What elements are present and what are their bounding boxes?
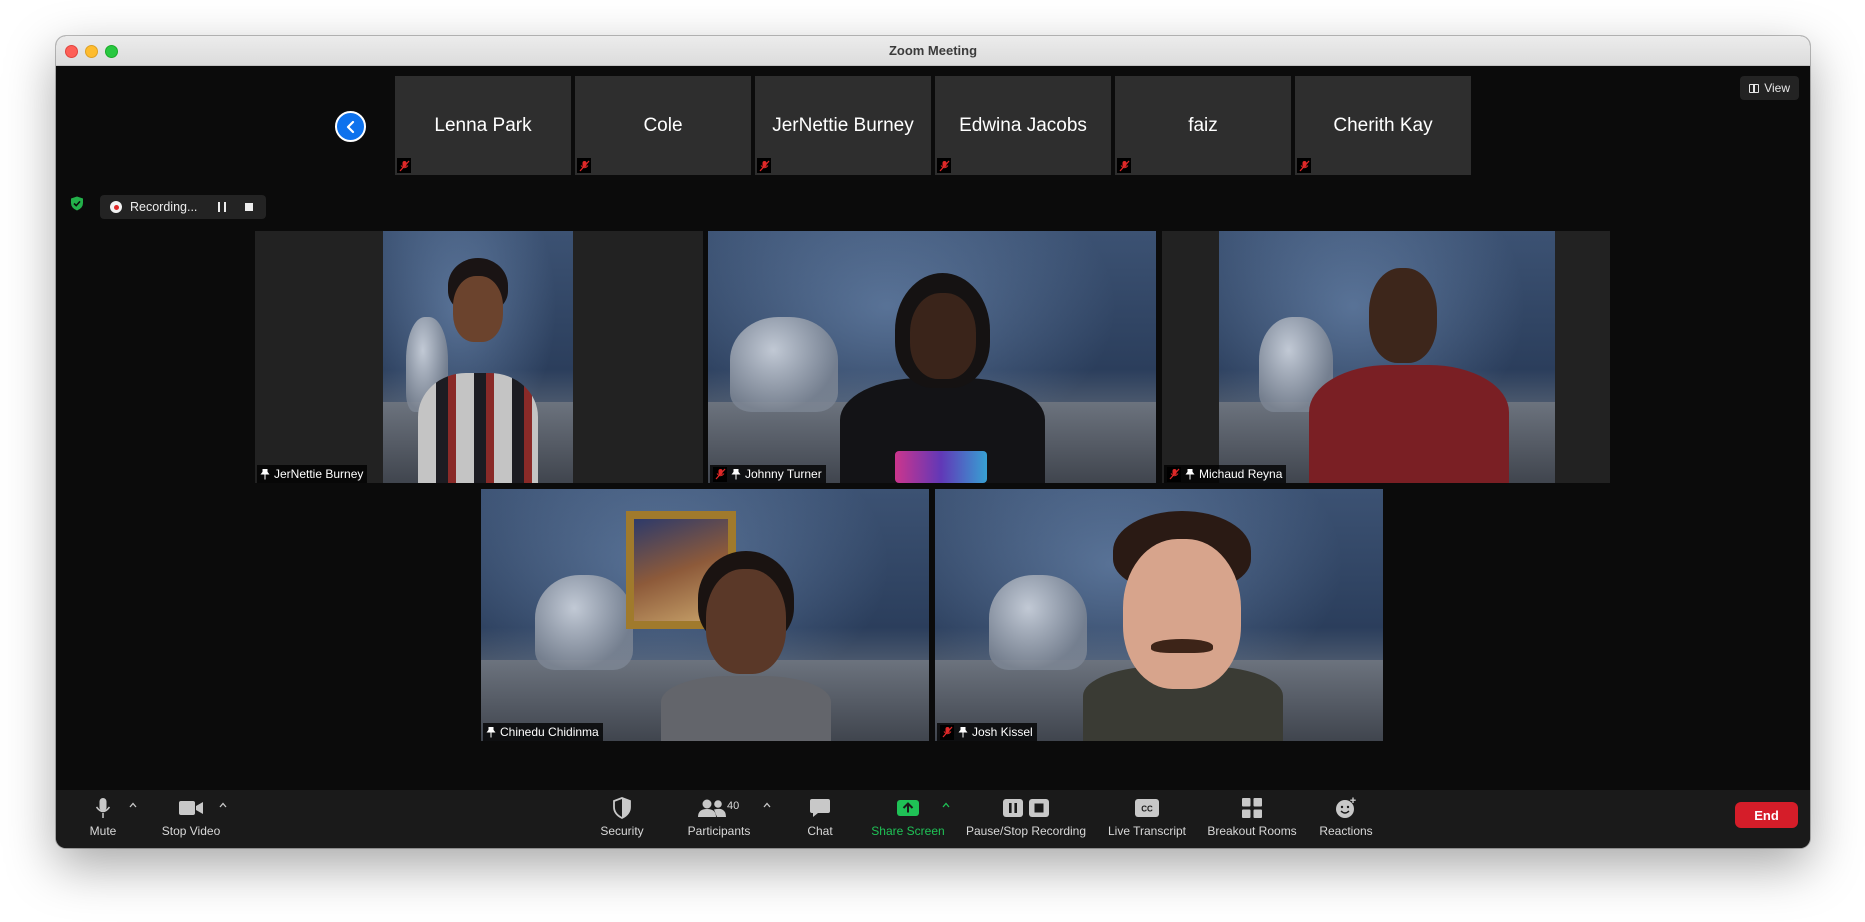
live-transcript-button[interactable]: CC Live Transcript [1105,796,1189,838]
strip-tile-name: JerNettie Burney [772,114,914,136]
reactions-label: Reactions [1319,824,1373,838]
share-options-chevron-icon[interactable] [942,801,950,809]
participant-name: Johnny Turner [745,467,822,481]
participants-icon [698,799,726,817]
audio-options-chevron-icon[interactable] [129,801,137,809]
mic-muted-icon [1297,158,1311,173]
security-button[interactable]: Security [597,796,647,838]
mic-muted-icon [397,158,411,173]
strip-tile-edwina-jacobs[interactable]: Edwina Jacobs [935,76,1111,175]
participant-name-tag: Josh Kissel [937,723,1037,741]
strip-tile-jernettie-burney[interactable]: JerNettie Burney [755,76,931,175]
participants-options-chevron-icon[interactable] [763,801,771,809]
share-screen-icon [897,800,919,816]
pause-icon [1003,799,1023,817]
participant-name-tag: Michaud Reyna [1164,465,1287,483]
mic-muted-icon [940,724,954,740]
mic-muted-icon [577,158,591,173]
microphone-icon [95,798,111,818]
svg-text:CC: CC [1141,805,1153,814]
recording-indicator: Recording... [100,195,266,219]
video-feed [708,231,1156,483]
video-camera-icon [179,801,203,815]
security-shield-icon [613,797,631,819]
breakout-rooms-icon [1242,798,1262,818]
participants-button[interactable]: 40 Participants [684,796,754,838]
stop-recording-icon[interactable] [245,203,253,211]
mic-muted-icon [757,158,771,173]
video-tile-josh-kissel[interactable]: Josh Kissel [935,489,1383,741]
participant-name-tag: JerNettie Burney [257,465,368,483]
video-feed [935,489,1383,741]
pause-recording-icon[interactable] [218,202,226,212]
view-grid-icon [1749,83,1760,93]
video-feed [383,231,573,483]
live-transcript-label: Live Transcript [1107,824,1187,838]
video-options-chevron-icon[interactable] [219,801,227,809]
pin-icon [731,468,741,479]
video-feed [481,489,929,741]
chat-button[interactable]: Chat [805,796,835,838]
recording-dot-icon [110,201,122,213]
zoom-window: Zoom Meeting View Lenna Park Cole JerNet… [56,36,1810,848]
participant-name: Michaud Reyna [1199,467,1283,481]
recording-label: Recording... [130,200,198,214]
pin-icon [260,468,270,479]
pin-icon [1185,468,1195,479]
pin-icon [958,726,968,737]
title-bar: Zoom Meeting [56,36,1810,66]
strip-tile-name: faiz [1188,114,1218,136]
participants-count: 40 [727,800,740,812]
breakout-rooms-label: Breakout Rooms [1207,824,1297,838]
mic-muted-icon [713,466,727,482]
video-tile-jernettie-burney[interactable]: JerNettie Burney [255,231,703,483]
strip-tile-lenna-park[interactable]: Lenna Park [395,76,571,175]
stop-video-button[interactable]: Stop Video [159,796,223,838]
chevron-left-icon [346,120,354,133]
mute-label: Mute [89,824,117,838]
mic-muted-icon [1117,158,1131,173]
video-tile-chinedu-chidinma[interactable]: Chinedu Chidinma [481,489,929,741]
share-screen-label: Share Screen [871,824,945,838]
closed-caption-icon: CC [1135,799,1159,817]
strip-tile-name: Cole [643,114,683,136]
view-button[interactable]: View [1740,76,1799,100]
participant-name-tag: Chinedu Chidinma [483,723,603,741]
mic-muted-icon [1167,466,1181,482]
participants-label: Participants [687,824,751,838]
stop-video-label: Stop Video [161,824,221,838]
strip-tile-cole[interactable]: Cole [575,76,751,175]
strip-tile-faiz[interactable]: faiz [1115,76,1291,175]
participant-name: JerNettie Burney [274,467,364,481]
video-tile-johnny-turner[interactable]: Johnny Turner [708,231,1156,483]
participant-name-tag: Johnny Turner [710,465,826,483]
meeting-toolbar: Mute Stop Video Security 40 Participants… [56,790,1810,848]
window-title: Zoom Meeting [888,43,978,58]
reactions-smiley-icon [1336,797,1356,818]
security-label: Security [600,824,644,838]
mic-muted-icon [937,158,951,173]
strip-tile-name: Lenna Park [434,114,532,136]
end-meeting-button[interactable]: End [1735,802,1798,828]
breakout-rooms-button[interactable]: Breakout Rooms [1205,796,1299,838]
chat-bubble-icon [810,799,830,817]
chat-label: Chat [807,824,833,838]
strip-tile-name: Cherith Kay [1333,114,1433,136]
strip-back-button[interactable] [335,111,366,142]
strip-tile-cherith-kay[interactable]: Cherith Kay [1295,76,1471,175]
video-tile-michaud-reyna[interactable]: Michaud Reyna [1162,231,1610,483]
pin-icon [486,726,496,737]
video-feed [1219,231,1555,483]
reactions-button[interactable]: Reactions [1317,796,1375,838]
stop-icon [1029,799,1049,817]
participant-name: Josh Kissel [972,725,1033,739]
pause-stop-recording-button[interactable]: Pause/Stop Recording [963,796,1089,838]
pause-stop-recording-label: Pause/Stop Recording [965,824,1087,838]
mute-button[interactable]: Mute [86,796,120,838]
encryption-shield-icon[interactable] [70,196,84,211]
view-button-label: View [1764,81,1790,95]
strip-tile-name: Edwina Jacobs [959,114,1087,136]
participant-name: Chinedu Chidinma [500,725,599,739]
share-screen-button[interactable]: Share Screen [869,796,947,838]
